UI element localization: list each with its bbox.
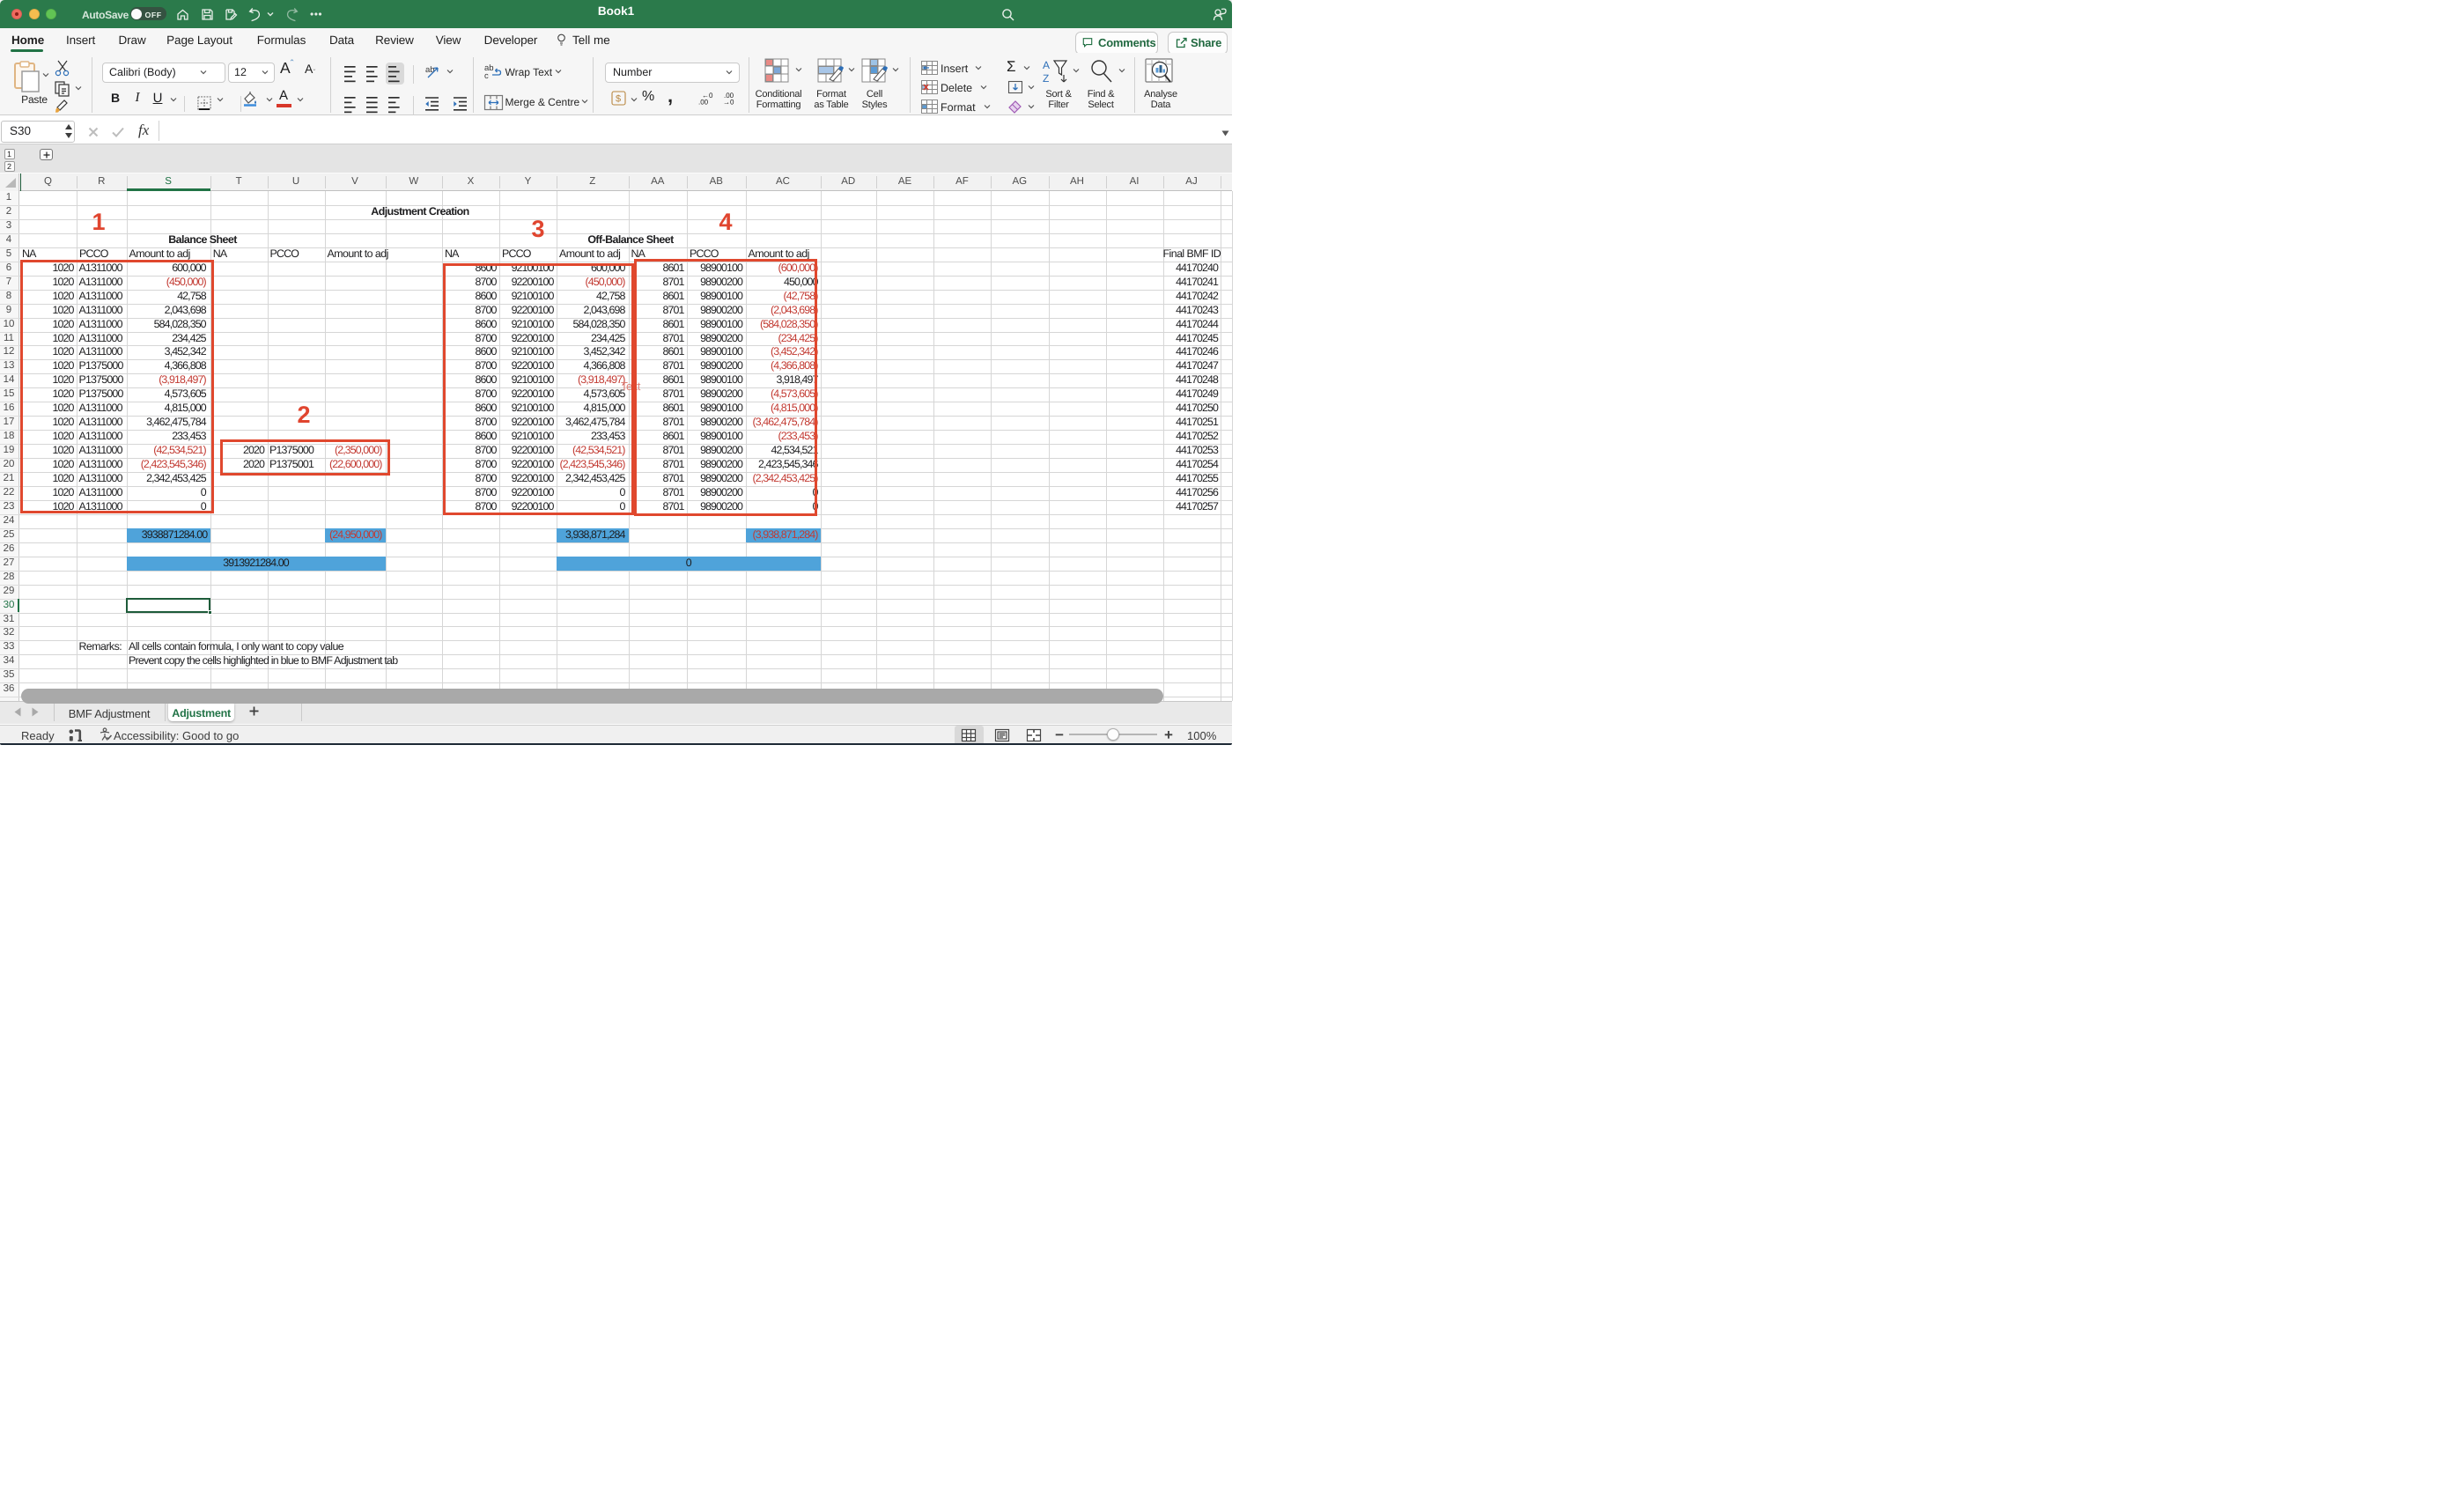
svg-text:Z: Z — [1043, 72, 1049, 85]
svg-text:A: A — [1043, 59, 1050, 71]
svg-text:c: c — [484, 71, 489, 81]
svg-text:ab: ab — [425, 65, 435, 75]
svg-text:→0: →0 — [723, 99, 734, 107]
svg-text:$: $ — [616, 94, 621, 105]
svg-text:.00: .00 — [698, 99, 709, 107]
